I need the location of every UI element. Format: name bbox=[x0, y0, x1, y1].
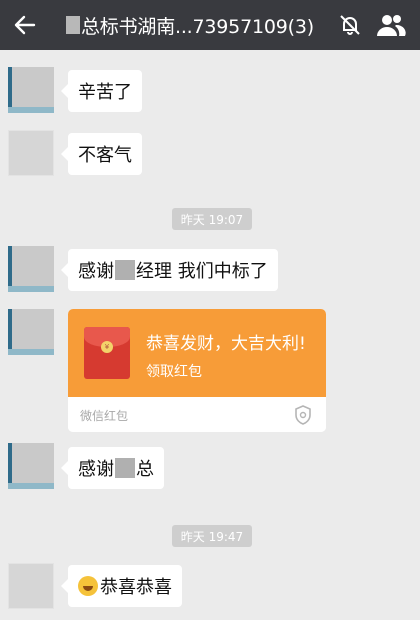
red-packet-footer: 微信红包 bbox=[68, 397, 326, 432]
redacted-block bbox=[115, 260, 135, 280]
timestamp: 昨天 19:07 bbox=[172, 208, 252, 230]
timestamp: 昨天 19:47 bbox=[172, 525, 252, 547]
message-bubble[interactable]: 不客气 bbox=[61, 133, 142, 175]
shield-icon bbox=[295, 405, 311, 425]
chat-title[interactable]: 总标书湖南...73957109(3) bbox=[81, 12, 314, 39]
sender-avatar[interactable] bbox=[8, 309, 54, 355]
red-envelope-icon: ¥ bbox=[84, 327, 130, 379]
group-members-icon[interactable] bbox=[376, 12, 406, 38]
sender-avatar[interactable] bbox=[8, 67, 54, 113]
back-arrow-icon bbox=[14, 15, 36, 35]
redacted-block bbox=[66, 16, 80, 34]
message-text: 辛苦了 bbox=[78, 82, 132, 103]
message-bubble[interactable]: 辛苦了 bbox=[61, 70, 142, 112]
redacted-block bbox=[115, 458, 135, 478]
sender-avatar[interactable] bbox=[8, 563, 54, 609]
message-text: 不客气 bbox=[78, 145, 132, 166]
red-packet-action: 领取红包 bbox=[146, 364, 202, 380]
sender-avatar[interactable] bbox=[8, 443, 54, 489]
message-text: 恭喜恭喜 bbox=[100, 577, 172, 598]
red-packet-card[interactable]: ¥ 恭喜发财，大吉大利! 领取红包 微信红包 bbox=[68, 309, 326, 432]
sender-avatar[interactable] bbox=[8, 246, 54, 292]
message-bubble[interactable]: 感谢 总 bbox=[61, 447, 164, 489]
red-packet-greeting: 恭喜发财，大吉大利! bbox=[146, 334, 306, 354]
message-text: 感谢 bbox=[78, 261, 114, 282]
red-packet-header: ¥ 恭喜发财，大吉大利! 领取红包 bbox=[68, 309, 326, 397]
back-button[interactable] bbox=[0, 0, 50, 50]
red-packet-source: 微信红包 bbox=[80, 409, 129, 423]
message-bubble[interactable]: 感谢 经理 我们中标了 bbox=[61, 249, 278, 291]
message-bubble[interactable]: 恭喜恭喜 bbox=[61, 565, 182, 607]
grinning-emoji-icon bbox=[78, 576, 98, 596]
message-text: 感谢 bbox=[78, 459, 114, 480]
sender-avatar[interactable] bbox=[8, 130, 54, 176]
message-text: 经理 我们中标了 bbox=[136, 261, 268, 282]
message-text: 总 bbox=[136, 459, 154, 480]
mute-bell-icon bbox=[340, 15, 360, 35]
